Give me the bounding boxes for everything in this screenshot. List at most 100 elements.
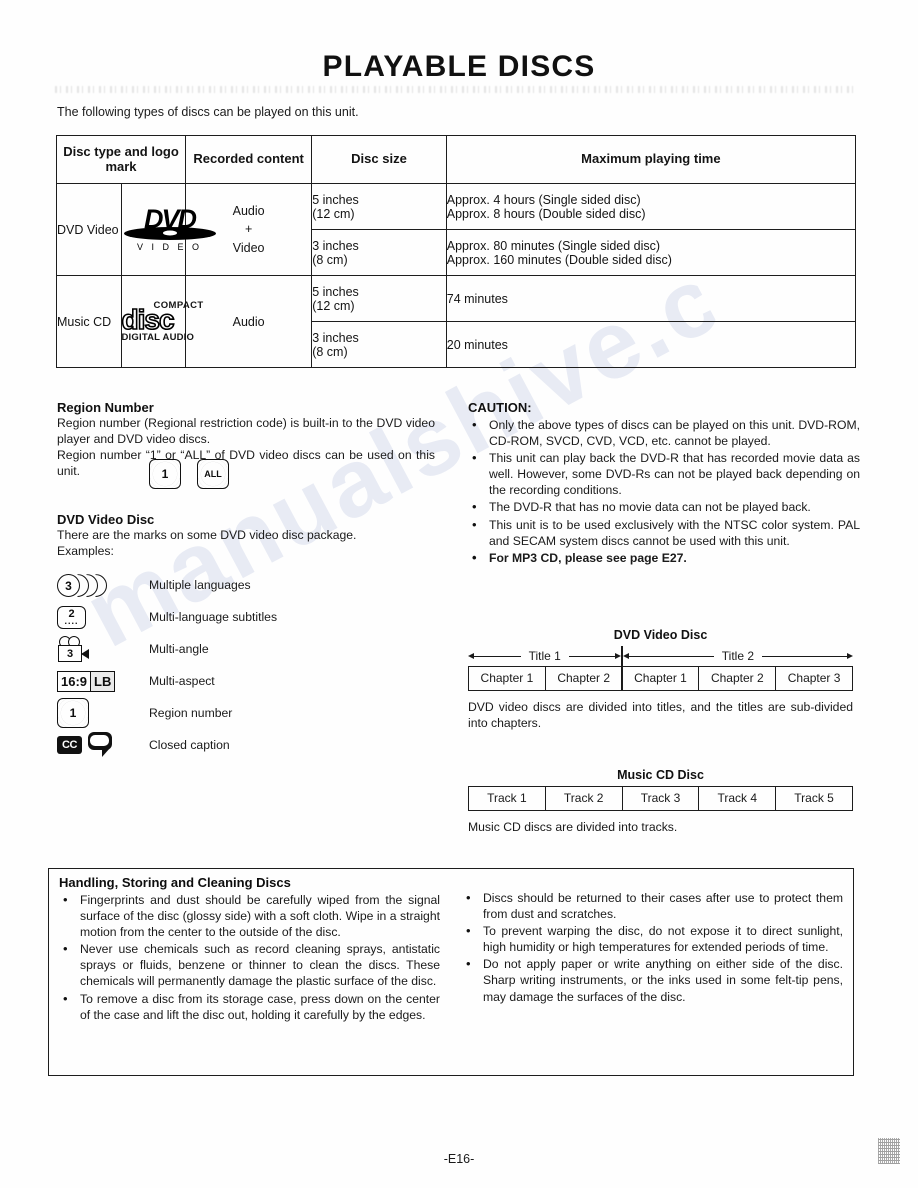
- mark-label: Multiple languages: [149, 578, 251, 593]
- subtitles-dots: ....: [64, 616, 79, 627]
- time-line: Approx. 4 hours (Single sided disc): [446, 192, 641, 207]
- track-cell: Track 2: [546, 787, 623, 810]
- list-item: Do not apply paper or write anything on …: [462, 955, 843, 1004]
- dvd-chapters-row: Chapter 1 Chapter 2 Chapter 1 Chapter 2 …: [468, 666, 853, 691]
- chapter-cell: Chapter 1: [623, 667, 700, 690]
- time-line: Approx. 160 minutes (Double sided disc): [446, 252, 672, 267]
- region-badges: 1 ALL: [149, 459, 435, 490]
- chapter-cell: Chapter 3: [776, 667, 853, 690]
- intro-text: The following types of discs can be play…: [57, 105, 359, 119]
- list-item: Never use chemicals such as record clean…: [59, 940, 440, 989]
- dvd-marks-paragraph-1: There are the marks on some DVD video di…: [57, 528, 357, 542]
- region-number-icon: 1: [57, 698, 149, 729]
- list-item: The DVD-R that has no movie data can not…: [468, 498, 860, 515]
- dvd-marks-paragraph-2: Examples:: [57, 544, 114, 559]
- list-item: 16:9 LB Multi-aspect: [57, 665, 435, 697]
- table-header-row: Disc type and logo mark Recorded content…: [56, 135, 857, 184]
- compact-disc-logo-icon: COMPACT disc DIGITAL AUDIO: [121, 301, 226, 343]
- handling-right-list: Discs should be returned to their cases …: [462, 889, 843, 1005]
- cell-disc-size: 5 inches (12 cm): [311, 275, 447, 322]
- chapter-cell: Chapter 2: [546, 667, 623, 690]
- header-recorded-content: Recorded content: [184, 135, 313, 184]
- dvd-diagram-title: DVD Video Disc: [613, 628, 708, 642]
- multi-angle-count: 3: [58, 645, 82, 663]
- speech-balloon-icon: [88, 732, 114, 758]
- multi-angle-icon: 3: [57, 636, 149, 663]
- list-item: 1 Region number: [57, 697, 435, 729]
- list-item: This unit is to be used exclusively with…: [468, 516, 860, 549]
- size-line: 5 inches: [312, 284, 359, 299]
- mark-label: Multi-aspect: [149, 674, 215, 689]
- header-disc-type: Disc type and logo mark: [56, 135, 186, 184]
- header-disc-size: Disc size: [311, 135, 447, 184]
- list-item: 3 Multiple languages: [57, 569, 435, 601]
- region-badge-all-icon: ALL: [197, 459, 229, 490]
- cell-dvd-logo: DVD V I D E O: [120, 183, 216, 276]
- cd-tracks-row: Track 1 Track 2 Track 3 Track 4 Track 5: [468, 786, 853, 811]
- cell-playing-time: Approx. 4 hours (Single sided disc) Appr…: [445, 183, 857, 230]
- handling-left-column: Handling, Storing and Cleaning Discs Fin…: [59, 875, 440, 1067]
- list-item: To prevent warping the disc, do not expo…: [462, 922, 843, 955]
- cell-playing-time: Approx. 80 minutes (Single sided disc) A…: [445, 229, 857, 276]
- dvd-video-disc-marks-section: DVD Video Disc There are the marks on so…: [57, 512, 435, 761]
- mark-label: Region number: [149, 706, 233, 721]
- aspect-lb-value: LB: [90, 671, 115, 691]
- cell-disc-type-cd: Music CD: [56, 275, 122, 368]
- handling-storing-cleaning-box: Handling, Storing and Cleaning Discs Fin…: [48, 868, 854, 1076]
- multiple-languages-count: 3: [57, 574, 80, 598]
- size-line: 5 inches: [312, 192, 359, 207]
- dvd-titles-bar: Title 1 Title 2: [468, 646, 853, 690]
- size-line: (8 cm): [312, 344, 348, 359]
- mark-label: Multi-angle: [149, 642, 209, 657]
- time-line: Approx. 8 hours (Double sided disc): [446, 206, 646, 221]
- list-item: CC Closed caption: [57, 729, 435, 761]
- scan-artifact-line: [55, 86, 855, 93]
- cd-structure-diagram: Music CD Disc Track 1 Track 2 Track 3 Tr…: [468, 768, 853, 835]
- list-item: This unit can play back the DVD-R that h…: [468, 449, 860, 498]
- cell-disc-size: 3 inches (8 cm): [311, 229, 447, 276]
- region-number-paragraph-1: Region number (Regional restriction code…: [57, 416, 435, 447]
- page-title: PLAYABLE DISCS: [322, 50, 596, 83]
- region-badge-1-icon: 1: [149, 459, 181, 490]
- time-line: Approx. 80 minutes (Single sided disc): [446, 238, 661, 253]
- cell-playing-time: 20 minutes: [445, 321, 857, 368]
- list-item: Only the above types of discs can be pla…: [468, 416, 860, 449]
- caution-heading: CAUTION:: [468, 400, 532, 415]
- cell-disc-type-dvd: DVD Video: [56, 183, 122, 276]
- list-item: For MP3 CD, please see page E27.: [468, 549, 860, 566]
- dvd-diagram-note: DVD video discs are divided into titles,…: [468, 700, 853, 731]
- list-item: 3 Multi-angle: [57, 633, 435, 665]
- track-cell: Track 4: [699, 787, 777, 810]
- dvd-logo-subtext: V I D E O: [136, 241, 202, 252]
- dvd-video-logo-icon: DVD V I D E O: [122, 206, 218, 252]
- playable-discs-table: Disc type and logo mark Recorded content…: [56, 135, 857, 368]
- document-page: manualshive.com PLAYABLE DISCS The follo…: [0, 0, 918, 1188]
- page-number: -E16-: [443, 1152, 475, 1166]
- title-label: Title 2: [721, 649, 754, 663]
- handling-left-list: Fingerprints and dust should be carefull…: [59, 891, 440, 1023]
- dvd-structure-diagram: DVD Video Disc Title 1 Title 2 Chapter 1…: [468, 628, 853, 731]
- track-cell: Track 5: [776, 787, 853, 810]
- caution-section: CAUTION: Only the above types of discs c…: [468, 400, 860, 567]
- chapter-cell: Chapter 2: [699, 667, 777, 690]
- list-item: 2 .... Multi-language subtitles: [57, 601, 435, 633]
- cell-playing-time: 74 minutes: [445, 275, 857, 322]
- list-item: To remove a disc from its storage case, …: [59, 990, 440, 1023]
- cell-disc-size: 3 inches (8 cm): [311, 321, 447, 368]
- title-span-1: Title 1: [468, 646, 622, 666]
- title-label: Title 1: [528, 649, 561, 663]
- corner-scan-mark: [878, 1138, 900, 1164]
- size-line: (8 cm): [312, 252, 348, 267]
- track-cell: Track 3: [623, 787, 700, 810]
- multi-aspect-icon: 16:9 LB: [57, 670, 149, 692]
- handling-heading: Handling, Storing and Cleaning Discs: [59, 875, 291, 890]
- title-span-2: Title 2: [622, 646, 853, 666]
- chapter-cell: Chapter 1: [469, 667, 546, 690]
- closed-caption-icon: CC: [57, 732, 149, 758]
- region-number-section: Region Number Region number (Regional re…: [57, 400, 435, 490]
- region-number-heading: Region Number: [57, 400, 154, 415]
- size-line: 3 inches: [312, 238, 359, 253]
- cd-diagram-title: Music CD Disc: [617, 768, 704, 782]
- cd-diagram-note: Music CD discs are divided into tracks.: [468, 820, 678, 834]
- cell-disc-size: 5 inches (12 cm): [311, 183, 447, 230]
